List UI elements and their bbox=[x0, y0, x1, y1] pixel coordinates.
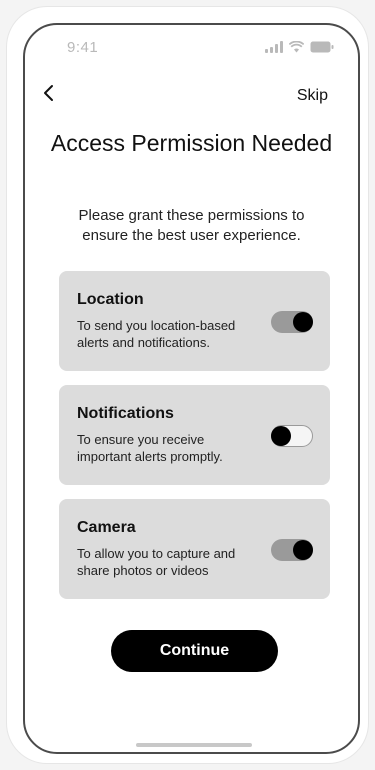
skip-button[interactable]: Skip bbox=[297, 87, 328, 105]
permission-card-notifications: Notifications To ensure you receive impo… bbox=[59, 385, 330, 485]
permission-title: Camera bbox=[77, 519, 136, 536]
permission-description: To allow you to capture and share photos… bbox=[77, 546, 236, 578]
page: 9:41 Skip Access Permission Needed Pleas… bbox=[0, 0, 375, 770]
status-icons bbox=[265, 41, 334, 53]
page-subtitle: Please grant these permissions to ensure… bbox=[78, 207, 305, 244]
toggle-knob bbox=[293, 540, 313, 560]
permission-title: Location bbox=[77, 291, 144, 308]
page-title: Access Permission Needed bbox=[50, 130, 333, 156]
camera-toggle[interactable] bbox=[271, 539, 313, 561]
permission-description: To ensure you receive important alerts p… bbox=[77, 432, 223, 464]
permission-title: Notifications bbox=[77, 405, 174, 422]
permission-description: To send you location-based alerts and no… bbox=[77, 318, 236, 350]
phone-screen: 9:41 Skip Access Permission Needed Pleas… bbox=[23, 23, 360, 754]
status-bar: 9:41 bbox=[25, 25, 358, 67]
permission-card-camera: Camera To allow you to capture and share… bbox=[59, 499, 330, 599]
status-time: 9:41 bbox=[67, 39, 99, 56]
permission-list: Location To send you location-based aler… bbox=[59, 271, 330, 613]
permission-card-location: Location To send you location-based aler… bbox=[59, 271, 330, 371]
location-toggle[interactable] bbox=[271, 311, 313, 333]
wifi-icon bbox=[289, 41, 304, 53]
toggle-knob bbox=[293, 312, 313, 332]
battery-icon bbox=[310, 41, 334, 53]
continue-button[interactable]: Continue bbox=[111, 630, 278, 672]
notifications-toggle[interactable] bbox=[271, 425, 313, 447]
home-indicator bbox=[136, 743, 252, 747]
signal-icon bbox=[265, 41, 283, 53]
toggle-knob bbox=[271, 426, 291, 446]
back-button[interactable] bbox=[39, 83, 57, 107]
chevron-left-icon bbox=[42, 84, 54, 107]
